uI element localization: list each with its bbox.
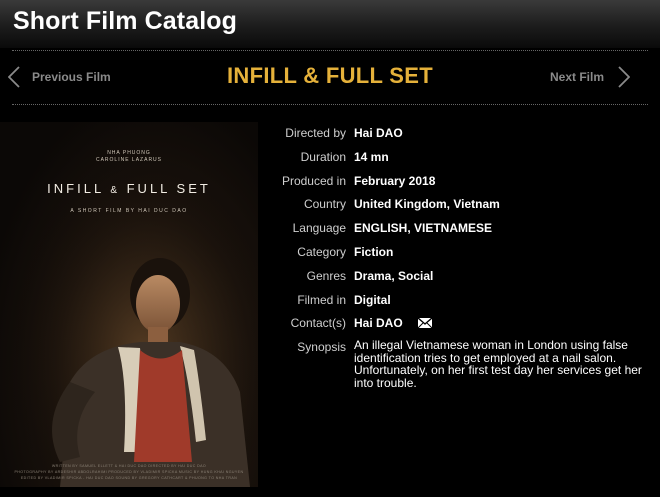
- top-divider: [12, 50, 648, 51]
- film-title: INFILL & FULL SET: [227, 63, 433, 88]
- detail-row-language: Language ENGLISH, VIETNAMESE: [262, 220, 652, 244]
- poster-title-part2: FULL SET: [120, 181, 211, 196]
- poster-title: INFILL & FULL SET: [0, 181, 258, 196]
- poster-byline: A SHORT FILM BY HAI DUC DAO: [70, 208, 188, 214]
- detail-row-duration: Duration 14 mn: [262, 149, 652, 173]
- previous-film-link[interactable]: Previous Film: [8, 60, 111, 94]
- chevron-right-icon: [618, 66, 630, 88]
- poster-cast: NHA PHUONG CAROLINE LAZARUS: [95, 150, 162, 163]
- country-value: United Kingdom, Vietnam: [354, 197, 500, 212]
- next-film-label: Next Film: [549, 70, 604, 84]
- poster-title-amp: &: [110, 185, 120, 196]
- detail-row-country: Country United Kingdom, Vietnam: [262, 196, 652, 220]
- language-value: ENGLISH, VIETNAMESE: [354, 221, 493, 236]
- filmed-in-value: Digital: [354, 292, 391, 307]
- detail-row-filmed-in: Filmed in Digital: [262, 292, 652, 316]
- next-film-link[interactable]: Next Film: [550, 60, 630, 94]
- directed-by-label: Directed by: [285, 126, 346, 140]
- genres-label: Genres: [306, 268, 346, 283]
- detail-row-directed-by: Directed by Hai DAO: [262, 125, 652, 149]
- film-details: Directed by Hai DAO Duration 14 mn Produ…: [262, 125, 652, 389]
- envelope-icon[interactable]: [417, 316, 433, 332]
- poster-artwork: [0, 122, 258, 487]
- header-bar: Short Film Catalog: [0, 0, 660, 48]
- previous-film-label: Previous Film: [32, 70, 111, 84]
- produced-in-label: Produced in: [281, 173, 346, 188]
- nav-divider: [12, 104, 648, 105]
- language-label: Language: [292, 221, 346, 236]
- chevron-left-icon: [8, 66, 20, 88]
- synopsis-value: An illegal Vietnamese woman in London us…: [354, 338, 642, 390]
- detail-row-contacts: Contact(s) Hai DAO: [262, 315, 652, 339]
- produced-in-value: February 2018: [354, 173, 436, 188]
- directed-by-value: Hai DAO: [354, 126, 403, 140]
- poster-credits: WRITTEN BY SAMUEL ELLETT & HAI DUC DAO D…: [14, 464, 244, 480]
- film-poster: NHA PHUONG CAROLINE LAZARUS INFILL & FUL…: [0, 122, 258, 487]
- country-label: Country: [303, 197, 346, 212]
- contacts-label: Contact(s): [290, 316, 346, 331]
- poster-title-part1: INFILL: [47, 181, 111, 196]
- duration-value: 14 mn: [354, 149, 389, 164]
- duration-label: Duration: [300, 149, 346, 164]
- detail-row-produced-in: Produced in February 2018: [262, 173, 652, 197]
- filmed-in-label: Filmed in: [297, 292, 346, 307]
- detail-row-genres: Genres Drama, Social: [262, 268, 652, 292]
- category-label: Category: [297, 244, 346, 259]
- synopsis-label: Synopsis: [297, 340, 346, 355]
- contact-name[interactable]: Hai DAO: [354, 316, 403, 330]
- contacts-value-cell: Hai DAO: [354, 315, 652, 332]
- app-title: Short Film Catalog: [13, 7, 238, 35]
- category-value: Fiction: [354, 244, 394, 259]
- detail-row-category: Category Fiction: [262, 244, 652, 268]
- detail-row-synopsis: Synopsis An illegal Vietnamese woman in …: [262, 339, 652, 389]
- genres-value: Drama, Social: [354, 268, 434, 283]
